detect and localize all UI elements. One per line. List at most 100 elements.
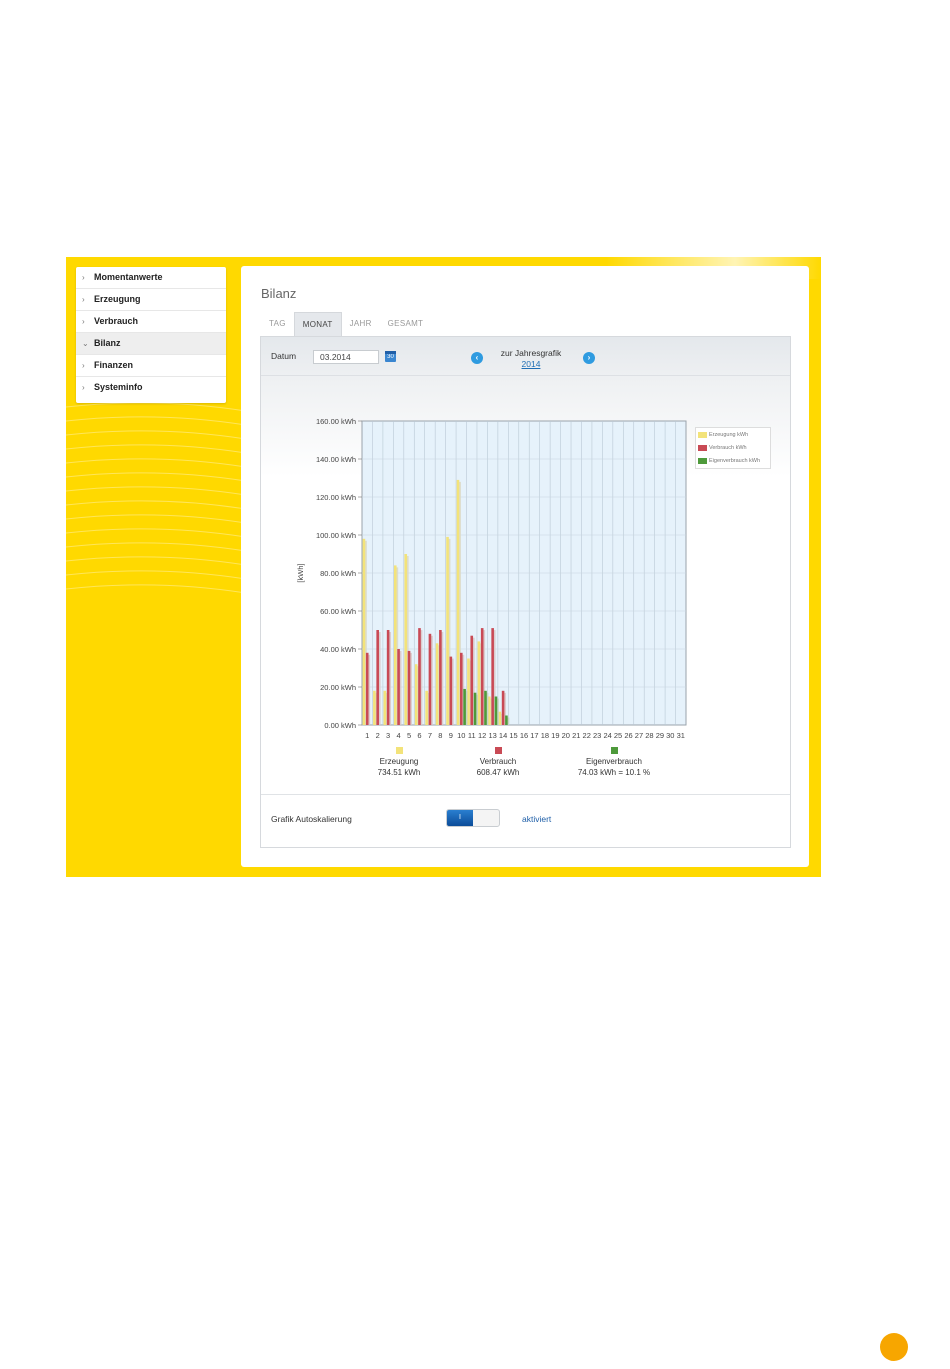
bar-eigenverbrauch [463,688,466,725]
bar-verbrauch [459,652,463,725]
year-nav-link[interactable]: 2014 [491,359,571,369]
chevron-down-icon: ⌄ [82,339,89,348]
bar-erzeugung [404,554,408,725]
sidebar-nav: › Momentanwerte › Erzeugung › Verbrauch … [76,267,226,403]
chevron-right-icon: › [82,317,85,326]
bar-erzeugung [435,643,439,725]
toggle-on-indicator: I [447,810,473,826]
bar-verbrauch [491,628,494,725]
page-marker [880,1333,908,1361]
bar-erzeugung [446,536,449,725]
bar-eigenverbrauch [484,690,487,725]
x-tick-label: 16 [520,731,528,740]
x-tick-label: 5 [407,731,411,740]
page-title: Bilanz [261,286,297,301]
x-tick-label: 6 [417,731,421,740]
sidebar-item-label: Verbrauch [94,316,139,326]
bar-verbrauch [470,635,474,725]
legend-item: Eigenverbrauch kWh [696,454,770,467]
x-tick-label: 1 [365,731,369,740]
bar-eigenverbrauch [494,696,498,725]
bar-erzeugung [456,479,460,725]
date-toolbar: Datum 30 ‹ zur Jahresgrafik 2014 › [261,337,790,376]
tab-jahr[interactable]: JAHR [342,312,380,336]
autoscale-label: Grafik Autoskalierung [271,814,352,824]
main-panel: Bilanz TAG MONAT JAHR GESAMT Datum 30 ‹ … [241,266,809,867]
datum-label: Datum [271,351,297,361]
x-tick-label: 10 [457,731,465,740]
legend-item: Erzeugung kWh [696,428,770,441]
legend-item: Verbrauch kWh [696,441,770,454]
bar-eigenverbrauch [473,692,477,725]
bar-verbrauch [397,649,400,725]
x-tick-label: 11 [468,731,476,740]
y-axis-label: [kWh] [296,563,305,582]
autoscale-toggle[interactable]: I [446,809,500,827]
tab-tag[interactable]: TAG [261,312,294,336]
divider [261,794,790,795]
x-tick-label: 31 [677,731,685,740]
sidebar-item-finanzen[interactable]: › Finanzen [76,355,226,377]
sidebar-item-momentanwerte[interactable]: › Momentanwerte [76,267,226,289]
x-tick-label: 17 [530,731,538,740]
x-tick-label: 23 [593,731,601,740]
x-tick-label: 30 [666,731,674,740]
bar-erzeugung [414,664,418,725]
content-area: Datum 30 ‹ zur Jahresgrafik 2014 › 0.00 … [260,336,791,848]
x-tick-label: 21 [572,731,580,740]
x-tick-label: 25 [614,731,622,740]
chevron-right-icon: › [82,295,85,304]
sidebar-item-label: Finanzen [94,360,134,370]
legend-swatch [698,457,707,464]
bar-erzeugung [393,565,397,725]
year-nav-title: zur Jahresgrafik [500,348,562,358]
x-tick-label: 15 [509,731,517,740]
bar-erzeugung [467,658,470,725]
bar-verbrauch [428,633,432,725]
sidebar-item-label: Erzeugung [94,294,141,304]
sidebar-item-erzeugung[interactable]: › Erzeugung [76,289,226,311]
bar-erzeugung [425,690,428,725]
bar-verbrauch [418,628,421,725]
legend-swatch [698,431,707,438]
x-tick-label: 2 [376,731,380,740]
x-tick-label: 26 [624,731,632,740]
arrow-left-icon[interactable]: ‹ [471,352,483,364]
chevron-right-icon: › [82,273,85,282]
sidebar-item-systeminfo[interactable]: › Systeminfo [76,377,226,398]
y-tick-label: 40.00 kWh [320,645,356,654]
arrow-right-icon[interactable]: › [583,352,595,364]
bar-erzeugung [477,641,481,725]
bar-verbrauch [407,650,411,725]
x-tick-label: 4 [396,731,400,740]
autoscale-status: aktiviert [522,814,552,824]
tab-monat[interactable]: MONAT [293,312,342,337]
bar-erzeugung [488,696,491,725]
sidebar-item-label: Momentanwerte [94,272,163,282]
calendar-icon[interactable]: 30 [385,351,396,362]
x-tick-label: 8 [438,731,442,740]
tab-bar: TAG MONAT JAHR GESAMT [261,312,432,337]
sidebar-item-bilanz[interactable]: ⌄ Bilanz [76,333,226,355]
bar-verbrauch [480,628,484,725]
tab-gesamt[interactable]: GESAMT [380,312,432,336]
datum-input[interactable] [313,350,379,364]
x-tick-label: 13 [488,731,496,740]
bar-verbrauch [386,630,390,725]
x-tick-label: 12 [478,731,486,740]
chart-legend: Erzeugung kWh Verbrauch kWh Eigenverbrau… [695,427,771,469]
bar-verbrauch [449,656,453,725]
summary-label: Eigenverbrauch [585,757,643,766]
x-tick-label: 3 [386,731,390,740]
y-tick-label: 0.00 kWh [324,721,356,730]
y-tick-label: 20.00 kWh [320,683,356,692]
x-tick-label: 19 [551,731,559,740]
bar-eigenverbrauch [505,715,508,725]
bar-erzeugung [498,711,502,725]
chevron-right-icon: › [82,383,85,392]
x-tick-label: 7 [428,731,432,740]
legend-label: Eigenverbrauch kWh [709,457,761,464]
bar-verbrauch [376,630,379,725]
sidebar-item-label: Bilanz [94,338,121,348]
sidebar-item-verbrauch[interactable]: › Verbrauch [76,311,226,333]
